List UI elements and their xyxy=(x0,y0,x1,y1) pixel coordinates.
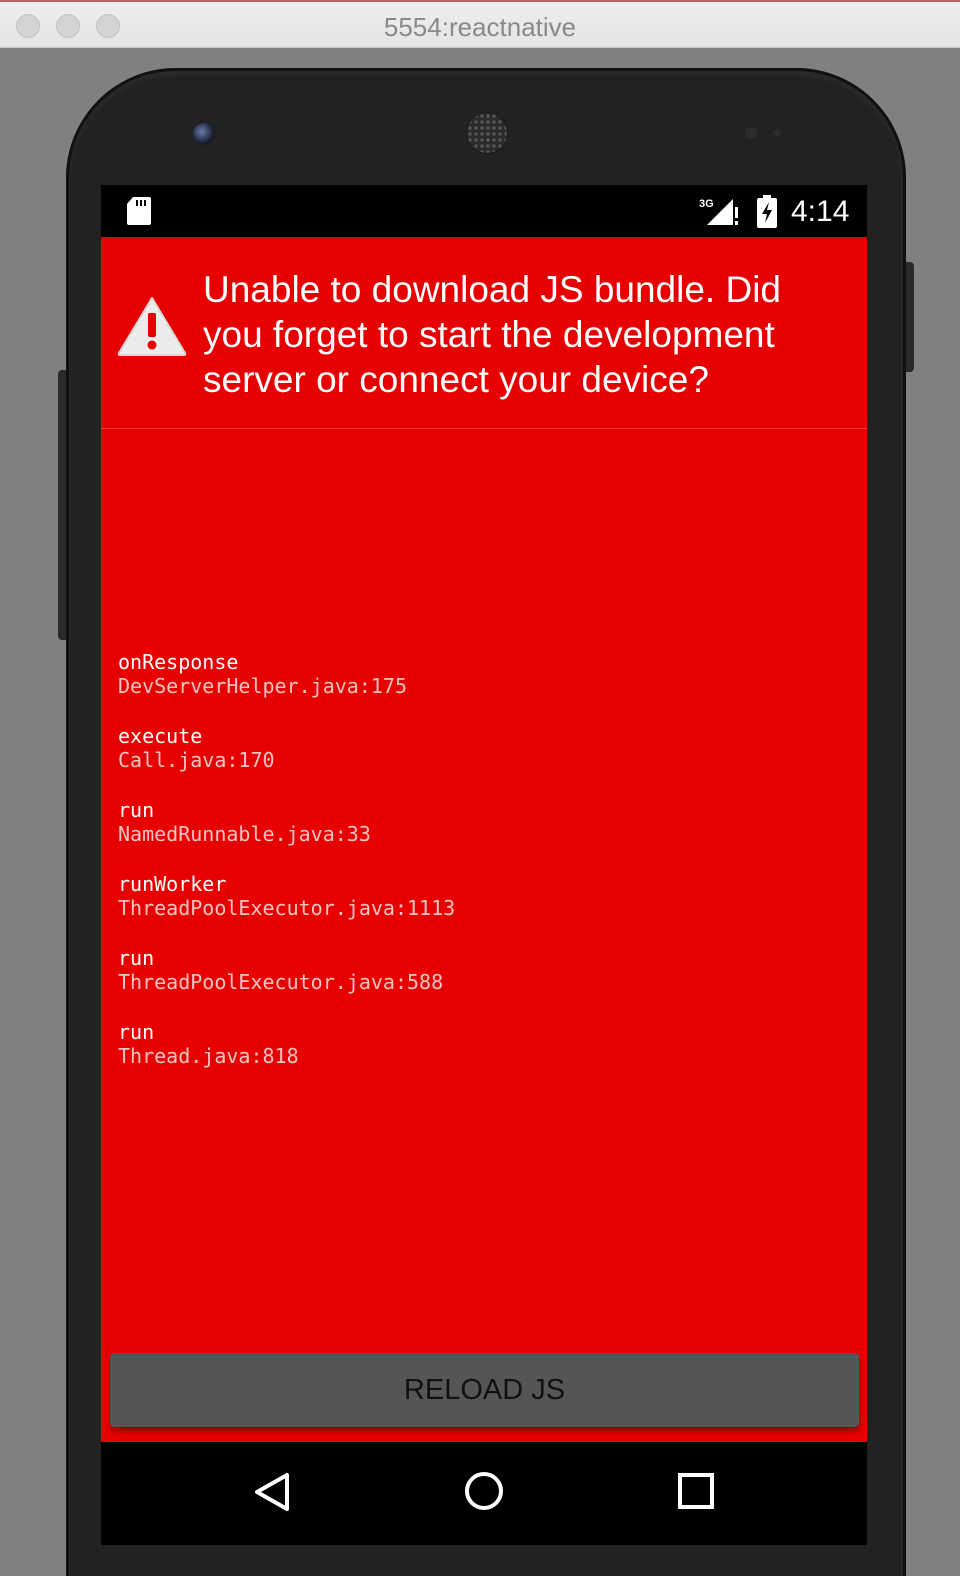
stack-frame-method: runWorker xyxy=(118,872,227,896)
stack-frame-method: run xyxy=(118,798,155,822)
stack-frame-location: DevServerHelper.java:175 xyxy=(118,674,407,698)
window-title: 5554:reactnative xyxy=(383,12,577,42)
device-screen: 3G 4:14 Unable to download JS bundle. Di… xyxy=(101,185,867,1545)
stack-frame-location: Thread.java:818 xyxy=(118,1044,299,1068)
signal-icon: 3G xyxy=(699,198,738,225)
proximity-sensor-icon xyxy=(745,127,757,139)
stack-frame-location: ThreadPoolExecutor.java:588 xyxy=(118,970,444,994)
stack-frame[interactable]: run ThreadPoolExecutor.java:588 xyxy=(118,946,848,994)
recents-icon[interactable] xyxy=(678,1473,714,1509)
stack-frame-method: run xyxy=(118,1020,155,1044)
stack-frame-method: execute xyxy=(118,724,203,748)
stack-trace: onResponse DevServerHelper.java:175 execut… xyxy=(118,650,848,1094)
reload-js-button[interactable]: RELOAD JS xyxy=(110,1353,859,1427)
window-titlebar: 5554:reactnative xyxy=(0,0,960,48)
stack-frame-location: Call.java:170 xyxy=(118,748,275,772)
front-camera-icon xyxy=(193,123,215,145)
status-clock: 4:14 xyxy=(791,195,850,228)
error-redbox: Unable to download JS bundle. Did you fo… xyxy=(101,237,867,1442)
stack-frame[interactable]: runWorker ThreadPoolExecutor.java:1113 xyxy=(118,872,848,920)
status-bar: 3G 4:14 xyxy=(101,185,867,237)
error-message: Unable to download JS bundle. Did you fo… xyxy=(203,269,781,400)
sd-card-icon xyxy=(127,197,151,225)
battery-charging-icon xyxy=(757,195,777,228)
network-type-label: 3G xyxy=(699,198,714,210)
home-icon[interactable] xyxy=(463,1470,505,1512)
android-nav-bar xyxy=(101,1442,867,1545)
stack-frame[interactable]: run Thread.java:818 xyxy=(118,1020,848,1068)
speaker-grille-icon xyxy=(466,112,508,154)
stack-frame[interactable]: onResponse DevServerHelper.java:175 xyxy=(118,650,848,698)
divider xyxy=(101,428,867,429)
stack-frame-location: NamedRunnable.java:33 xyxy=(118,822,371,846)
stack-frame[interactable]: execute Call.java:170 xyxy=(118,724,848,772)
warning-icon xyxy=(117,297,187,356)
back-icon[interactable] xyxy=(253,1472,291,1512)
light-sensor-icon xyxy=(773,129,781,137)
stack-frame-location: ThreadPoolExecutor.java:1113 xyxy=(118,896,456,920)
stack-frame[interactable]: run NamedRunnable.java:33 xyxy=(118,798,848,846)
stack-frame-method: onResponse xyxy=(118,650,239,674)
stack-frame-method: run xyxy=(118,946,155,970)
